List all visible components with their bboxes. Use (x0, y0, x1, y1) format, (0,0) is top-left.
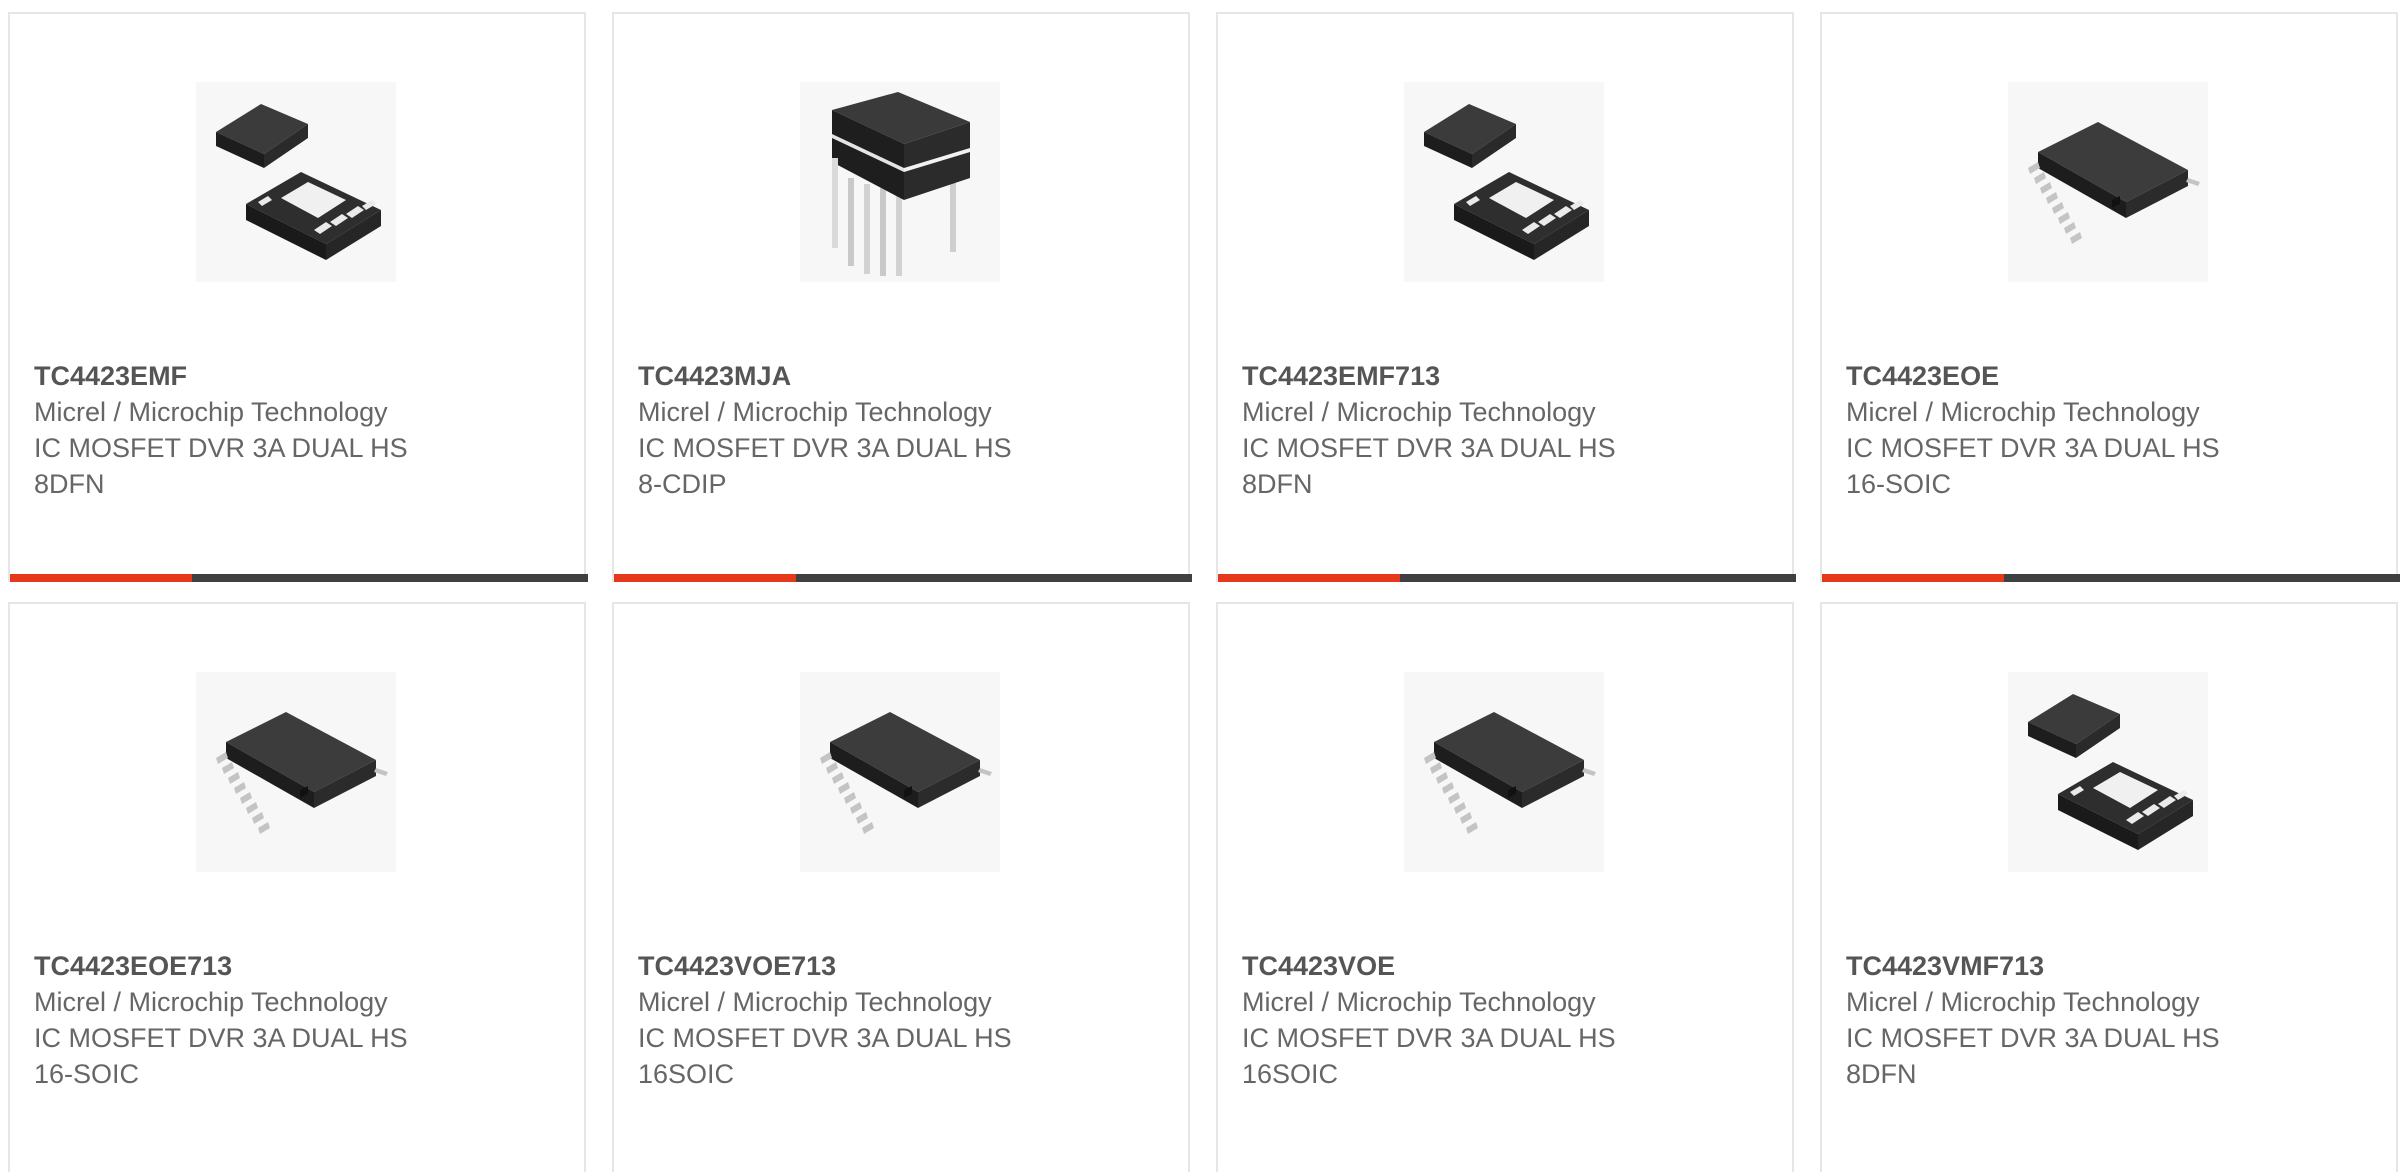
card-bottom-bar (10, 574, 588, 582)
part-number-link[interactable]: TC4423VOE713 (638, 948, 1158, 984)
product-image[interactable] (1404, 672, 1604, 872)
product-card[interactable]: TC4423MJA Micrel / Microchip Technology … (612, 12, 1192, 582)
description: IC MOSFET DVR 3A DUAL HS (1242, 433, 1616, 463)
product-image[interactable] (800, 672, 1000, 872)
manufacturer: Micrel / Microchip Technology (638, 397, 992, 427)
card-accent (1822, 574, 2004, 582)
manufacturer: Micrel / Microchip Technology (1242, 397, 1596, 427)
part-number-link[interactable]: TC4423EMF (34, 358, 554, 394)
product-card[interactable]: TC4423EMF713 Micrel / Microchip Technolo… (1216, 12, 1796, 582)
part-number-link[interactable]: TC4423VOE (1242, 948, 1762, 984)
product-image[interactable] (800, 82, 1000, 282)
product-card[interactable]: TC4423VMF713 Micrel / Microchip Technolo… (1820, 602, 2398, 1172)
manufacturer: Micrel / Microchip Technology (1846, 987, 2200, 1017)
product-info: TC4423EOE Micrel / Microchip Technology … (1846, 358, 2366, 502)
description: IC MOSFET DVR 3A DUAL HS (34, 1023, 408, 1053)
product-info: TC4423VOE713 Micrel / Microchip Technolo… (638, 948, 1158, 1092)
product-info: TC4423VMF713 Micrel / Microchip Technolo… (1846, 948, 2366, 1092)
product-card[interactable]: TC4423EMF Micrel / Microchip Technology … (8, 12, 588, 582)
description: IC MOSFET DVR 3A DUAL HS (1846, 433, 2220, 463)
package: 8DFN (1242, 469, 1313, 499)
description: IC MOSFET DVR 3A DUAL HS (1242, 1023, 1616, 1053)
package: 16-SOIC (34, 1059, 140, 1089)
card-bottom-bar (614, 574, 1192, 582)
product-image[interactable] (196, 82, 396, 282)
manufacturer: Micrel / Microchip Technology (638, 987, 992, 1017)
package: 16SOIC (638, 1059, 735, 1089)
part-number-link[interactable]: TC4423EOE (1846, 358, 2366, 394)
dip-chip-icon (800, 82, 1000, 282)
part-number-link[interactable]: TC4423EMF713 (1242, 358, 1762, 394)
package: 8DFN (1846, 1059, 1917, 1089)
part-number-link[interactable]: TC4423MJA (638, 358, 1158, 394)
product-card[interactable]: TC4423VOE713 Micrel / Microchip Technolo… (612, 602, 1190, 1172)
card-accent (1218, 574, 1400, 582)
soic-chip-icon (800, 672, 1000, 872)
dfn-chip-icon (2008, 672, 2208, 872)
package: 8-CDIP (638, 469, 727, 499)
product-card[interactable]: TC4423EOE Micrel / Microchip Technology … (1820, 12, 2400, 582)
description: IC MOSFET DVR 3A DUAL HS (638, 433, 1012, 463)
product-info: TC4423VOE Micrel / Microchip Technology … (1242, 948, 1762, 1092)
manufacturer: Micrel / Microchip Technology (34, 987, 388, 1017)
card-bottom-bar (1822, 574, 2400, 582)
description: IC MOSFET DVR 3A DUAL HS (638, 1023, 1012, 1053)
manufacturer: Micrel / Microchip Technology (34, 397, 388, 427)
package: 16SOIC (1242, 1059, 1339, 1089)
soic-chip-icon (196, 672, 396, 872)
dfn-chip-icon (1404, 82, 1604, 282)
dfn-chip-icon (196, 82, 396, 282)
product-info: TC4423EMF713 Micrel / Microchip Technolo… (1242, 358, 1762, 502)
package: 8DFN (34, 469, 105, 499)
description: IC MOSFET DVR 3A DUAL HS (1846, 1023, 2220, 1053)
product-image[interactable] (2008, 82, 2208, 282)
product-image[interactable] (196, 672, 396, 872)
product-info: TC4423EOE713 Micrel / Microchip Technolo… (34, 948, 554, 1092)
manufacturer: Micrel / Microchip Technology (1846, 397, 2200, 427)
description: IC MOSFET DVR 3A DUAL HS (34, 433, 408, 463)
package: 16-SOIC (1846, 469, 1952, 499)
product-image[interactable] (2008, 672, 2208, 872)
product-card[interactable]: TC4423EOE713 Micrel / Microchip Technolo… (8, 602, 586, 1172)
part-number-link[interactable]: TC4423VMF713 (1846, 948, 2366, 984)
soic-chip-icon (1404, 672, 1604, 872)
card-bottom-bar (1218, 574, 1796, 582)
card-accent (10, 574, 192, 582)
soic-chip-icon (2008, 82, 2208, 282)
product-image[interactable] (1404, 82, 1604, 282)
part-number-link[interactable]: TC4423EOE713 (34, 948, 554, 984)
manufacturer: Micrel / Microchip Technology (1242, 987, 1596, 1017)
product-card[interactable]: TC4423VOE Micrel / Microchip Technology … (1216, 602, 1794, 1172)
product-grid: TC4423EMF Micrel / Microchip Technology … (0, 0, 2400, 1172)
card-accent (614, 574, 796, 582)
product-info: TC4423MJA Micrel / Microchip Technology … (638, 358, 1158, 502)
product-info: TC4423EMF Micrel / Microchip Technology … (34, 358, 554, 502)
